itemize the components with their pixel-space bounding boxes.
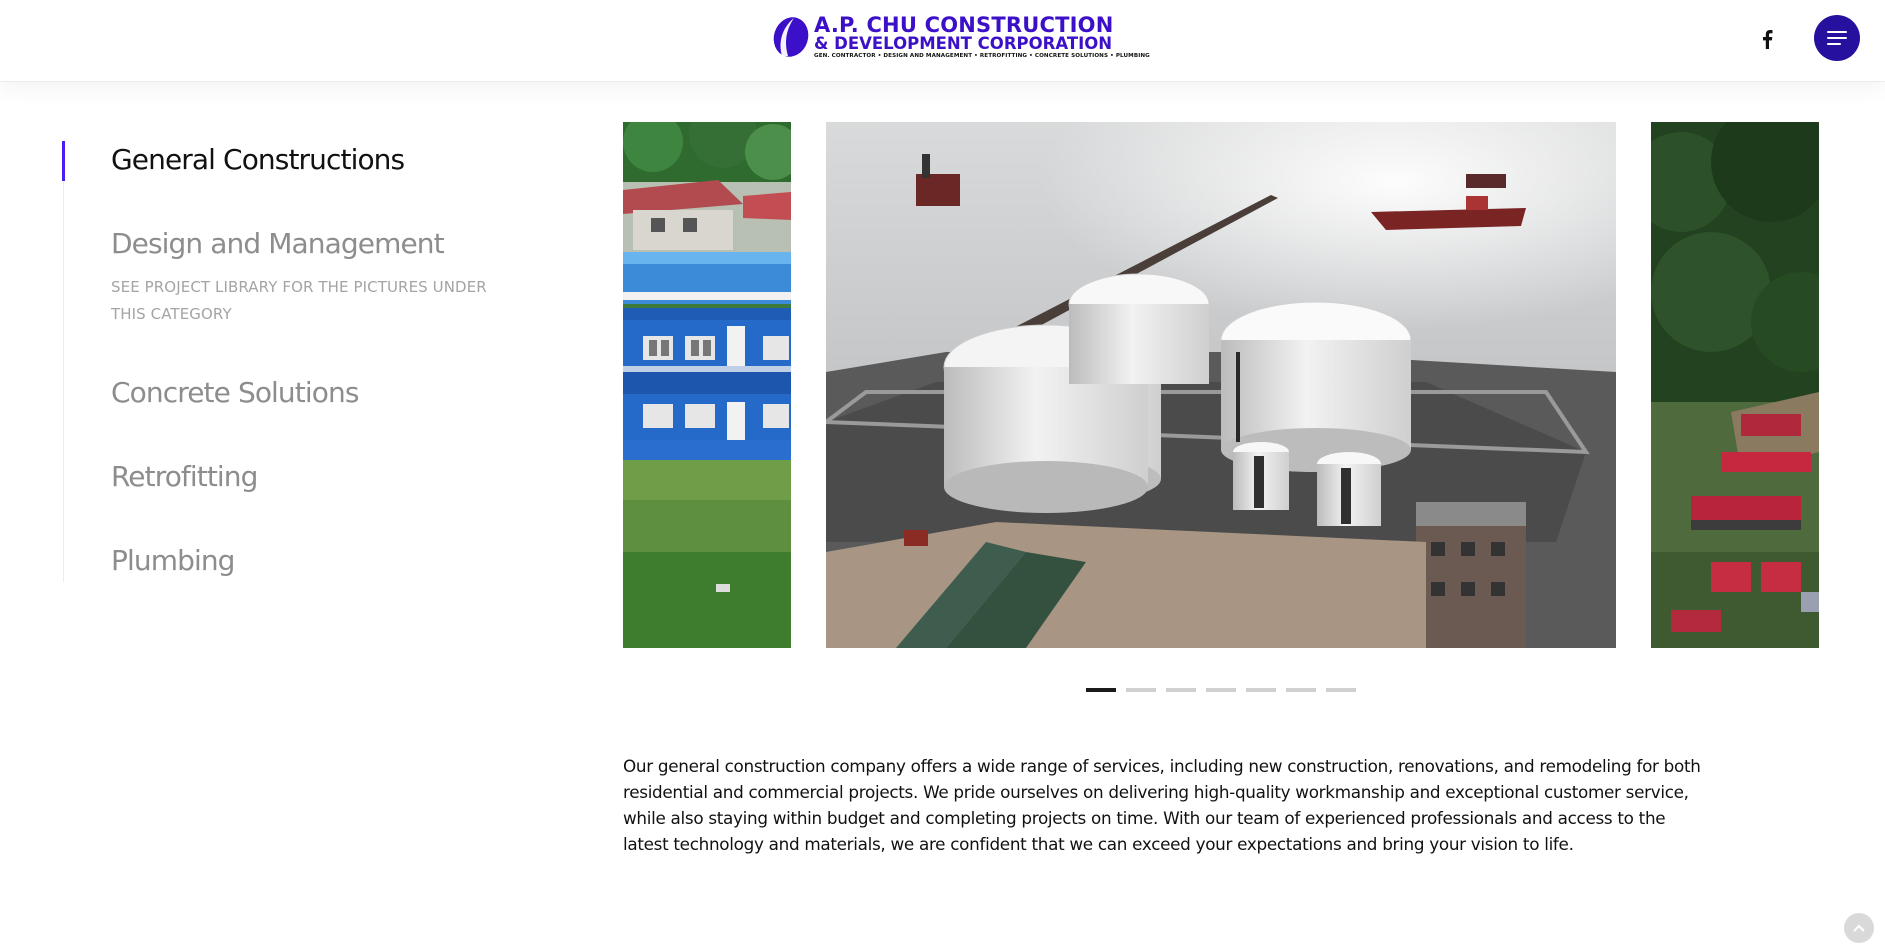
- hamburger-menu-icon: [1827, 31, 1847, 33]
- tab-general-constructions[interactable]: General Constructions: [111, 143, 405, 176]
- carousel-dot-3[interactable]: [1166, 688, 1196, 692]
- back-to-top-button[interactable]: [1844, 913, 1874, 943]
- carousel-dot-2[interactable]: [1126, 688, 1156, 692]
- facebook-icon: [1762, 29, 1772, 49]
- tab-plumbing[interactable]: Plumbing: [111, 544, 235, 577]
- carousel-dot-6[interactable]: [1286, 688, 1316, 692]
- active-tab-indicator: [62, 141, 65, 181]
- logo-title-line2: & DEVELOPMENT CORPORATION: [814, 34, 1113, 53]
- chevron-up-icon: [1853, 924, 1865, 932]
- hamburger-line: [1827, 43, 1841, 45]
- carousel-dot-4[interactable]: [1206, 688, 1236, 692]
- service-description: Our general construction company offers …: [623, 756, 1701, 854]
- carousel-dot-5[interactable]: [1246, 688, 1276, 692]
- site-header: A.P. CHU CONSTRUCTION & DEVELOPMENT CORP…: [0, 0, 1885, 82]
- project-carousel[interactable]: [623, 122, 1819, 648]
- school-building-image: [623, 122, 791, 648]
- carousel-slide-oil-tanks[interactable]: [826, 122, 1616, 648]
- carousel-dot-1[interactable]: [1086, 688, 1116, 692]
- facebook-link[interactable]: [1757, 27, 1777, 51]
- tab-design-and-management[interactable]: Design and Management: [111, 227, 445, 260]
- carousel-pagination: [1086, 688, 1356, 692]
- hamburger-line: [1827, 37, 1847, 39]
- tab-retrofitting[interactable]: Retrofitting: [111, 460, 258, 493]
- logo-mark-icon: [773, 17, 809, 57]
- logo-tagline: GEN. CONTRACTOR • DESIGN AND MANAGEMENT …: [814, 53, 1150, 59]
- tab-design-subtitle: SEE PROJECT LIBRARY FOR THE PICTURES UND…: [111, 278, 487, 323]
- menu-button[interactable]: [1814, 15, 1860, 61]
- tabs-rail: [63, 141, 64, 582]
- carousel-slide-school-building[interactable]: [623, 122, 791, 648]
- carousel-dot-7[interactable]: [1326, 688, 1356, 692]
- company-logo[interactable]: A.P. CHU CONSTRUCTION & DEVELOPMENT CORP…: [772, 12, 1150, 62]
- carousel-slide-housing[interactable]: [1651, 122, 1819, 648]
- tab-concrete-solutions[interactable]: Concrete Solutions: [111, 376, 359, 409]
- housing-aerial-image: [1651, 122, 1819, 648]
- oil-tanks-image: [826, 122, 1616, 648]
